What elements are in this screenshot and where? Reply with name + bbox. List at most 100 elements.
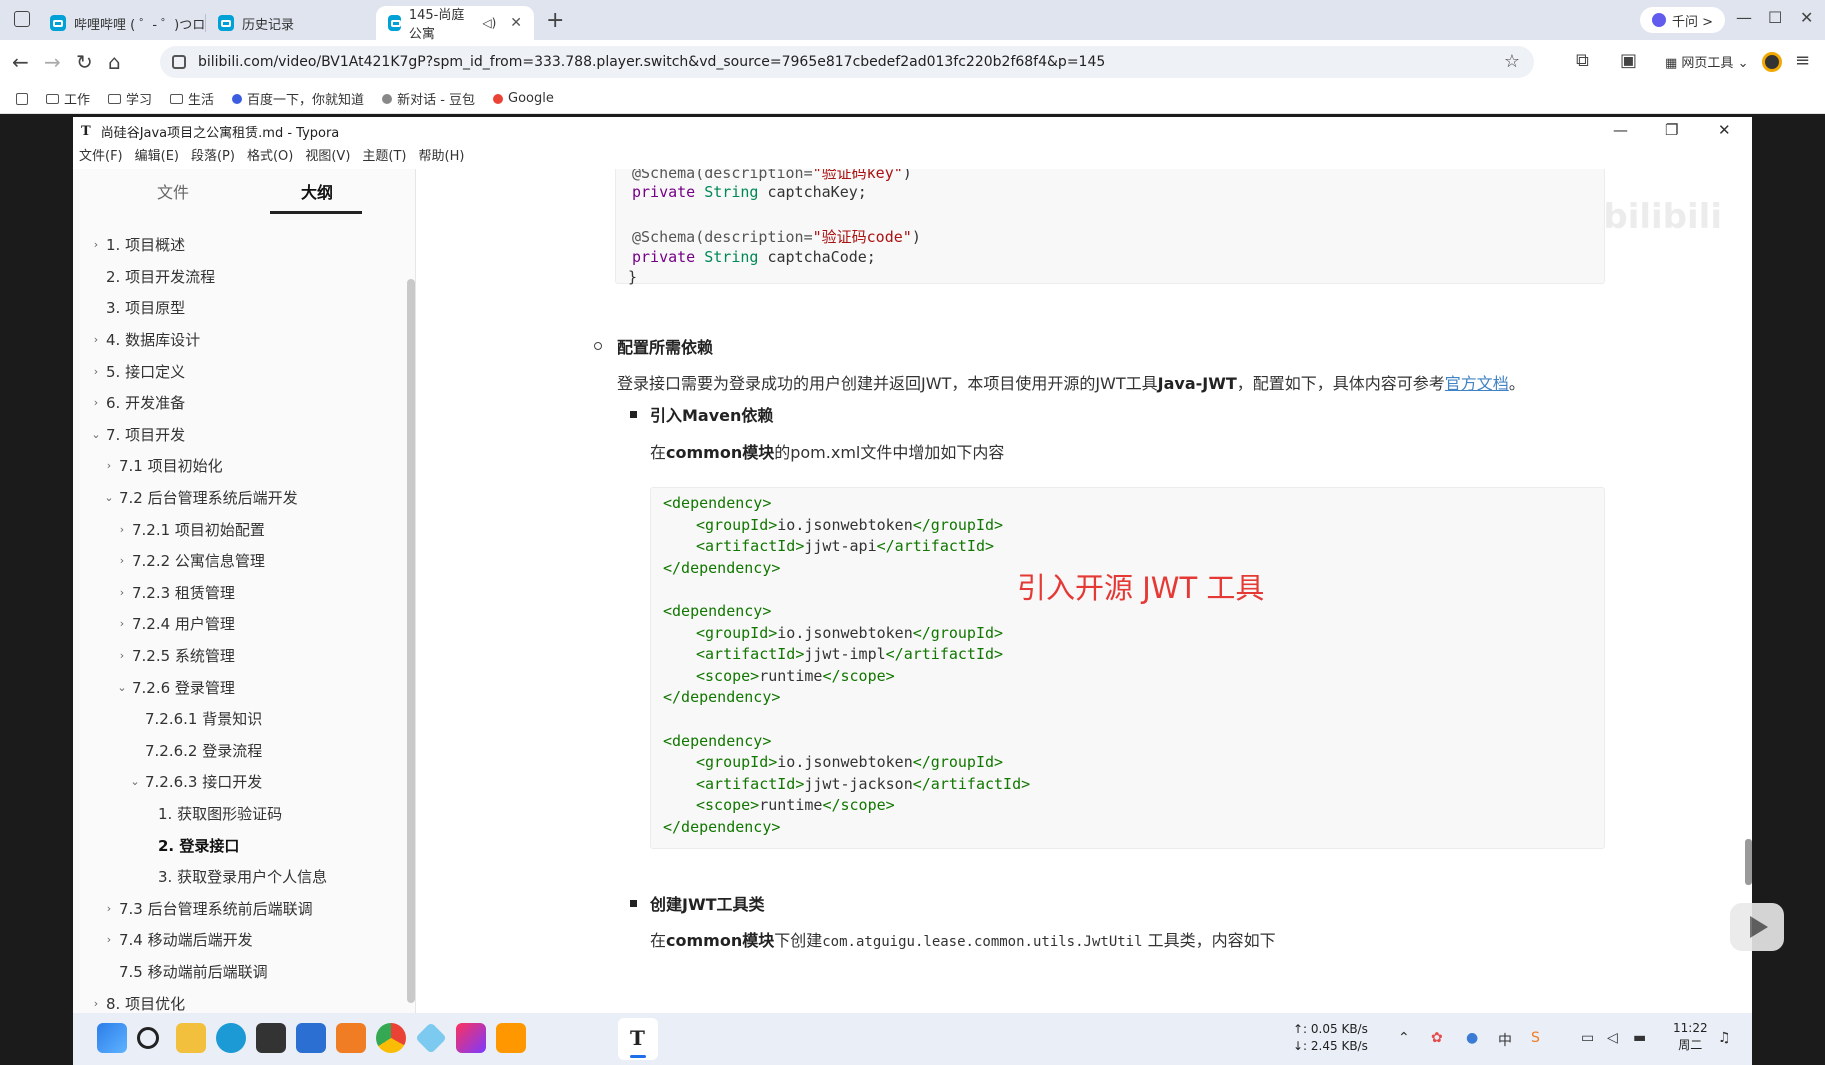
terminal-icon[interactable] bbox=[256, 1023, 286, 1053]
sublime-tray-icon[interactable]: S bbox=[1531, 1030, 1540, 1046]
home-icon[interactable]: ⌂ bbox=[108, 50, 121, 74]
new-tab-button[interactable]: + bbox=[546, 8, 564, 33]
chevron-right-icon[interactable]: › bbox=[115, 586, 129, 599]
volume-icon[interactable]: ◁ bbox=[1607, 1030, 1618, 1046]
editor-scrollbar[interactable] bbox=[1745, 839, 1752, 885]
menu-view[interactable]: 视图(V) bbox=[305, 145, 350, 169]
close-tab-icon[interactable]: ✕ bbox=[510, 15, 522, 31]
sidebar-scrollbar[interactable] bbox=[407, 279, 415, 1003]
speaker-icon[interactable]: ◁) bbox=[482, 16, 496, 30]
system-clock[interactable]: 11:22 周二 bbox=[1673, 1020, 1708, 1054]
bookmark-star-icon[interactable]: ☆ bbox=[1504, 51, 1520, 72]
outline-item[interactable]: ⌄ 7.2.6.3 接口开发 bbox=[73, 766, 403, 798]
chevron-down-icon[interactable]: ⌄ bbox=[128, 775, 142, 788]
outline-item[interactable]: › 7.4 移动端后端开发 bbox=[73, 924, 403, 956]
outline-item[interactable]: › 7.2.4 用户管理 bbox=[73, 608, 403, 640]
sidebar-toggle-icon[interactable] bbox=[14, 11, 30, 27]
chevron-right-icon[interactable]: › bbox=[102, 902, 116, 915]
outline-item[interactable]: › 6. 开发准备 bbox=[73, 387, 403, 419]
outline-item[interactable]: 3. 获取登录用户个人信息 bbox=[73, 861, 403, 893]
outline-item[interactable]: › 7.2.2 公寓信息管理 bbox=[73, 545, 403, 577]
chevron-right-icon[interactable]: › bbox=[102, 933, 116, 946]
menu-help[interactable]: 帮助(H) bbox=[419, 145, 465, 169]
url-field[interactable]: bilibili.com/video/BV1At421K7gP?spm_id_f… bbox=[160, 46, 1534, 78]
intellij-icon[interactable] bbox=[456, 1023, 486, 1053]
outline-item[interactable]: ⌄ 7.2.6 登录管理 bbox=[73, 671, 403, 703]
typora-close-icon[interactable]: ✕ bbox=[1718, 121, 1731, 139]
outline-item[interactable]: 7.2.6.2 登录流程 bbox=[73, 735, 403, 767]
close-window-icon[interactable]: ✕ bbox=[1800, 8, 1813, 27]
bookmark-google[interactable]: Google bbox=[493, 91, 554, 106]
battery-icon[interactable]: ▬ bbox=[1633, 1030, 1646, 1046]
chevron-right-icon[interactable]: › bbox=[89, 396, 103, 409]
web-tools-menu[interactable]: ▦ 网页工具 ⌄ bbox=[1665, 52, 1748, 71]
outline-item[interactable]: ⌄ 7. 项目开发 bbox=[73, 419, 403, 451]
menu-file[interactable]: 文件(F) bbox=[79, 145, 123, 169]
menu-format[interactable]: 格式(O) bbox=[247, 145, 293, 169]
tab-bilibili-home[interactable]: 哔哩哔哩 ( ゜- ゜)つロ bbox=[38, 6, 217, 40]
typora-restore-icon[interactable]: ❐ bbox=[1665, 121, 1678, 139]
menu-icon[interactable]: ≡ bbox=[1795, 50, 1810, 71]
video-play-button[interactable] bbox=[1730, 903, 1784, 951]
tab-groups-icon[interactable] bbox=[16, 92, 28, 105]
menu-theme[interactable]: 主题(T) bbox=[362, 145, 406, 169]
screenshot-icon[interactable]: ▣ bbox=[1620, 50, 1637, 71]
sublime-icon[interactable] bbox=[496, 1023, 526, 1053]
chevron-right-icon[interactable]: › bbox=[89, 365, 103, 378]
outline-item[interactable]: › 7.2.1 项目初始配置 bbox=[73, 513, 403, 545]
chevron-right-icon[interactable]: › bbox=[115, 523, 129, 536]
outline-item[interactable]: › 1. 项目概述 bbox=[73, 229, 403, 261]
notification-bell-icon[interactable]: ♫ bbox=[1718, 1030, 1731, 1046]
chevron-right-icon[interactable]: › bbox=[89, 997, 103, 1010]
menu-edit[interactable]: 编辑(E) bbox=[135, 145, 179, 169]
app-orange-icon[interactable] bbox=[336, 1023, 366, 1053]
chevron-down-icon[interactable]: ⌄ bbox=[102, 491, 116, 504]
microphone-icon[interactable]: ● bbox=[1466, 1030, 1478, 1046]
outline-item[interactable]: 2. 项目开发流程 bbox=[73, 261, 403, 293]
chevron-down-icon[interactable]: ⌄ bbox=[115, 681, 129, 694]
back-icon[interactable]: ← bbox=[12, 50, 29, 74]
outline-item[interactable]: 2. 登录接口 bbox=[73, 829, 403, 861]
chevron-right-icon[interactable]: › bbox=[115, 617, 129, 630]
tray-app-icon[interactable]: ✿ bbox=[1431, 1030, 1443, 1046]
typora-taskbar-icon[interactable]: T bbox=[618, 1018, 658, 1060]
chevron-up-icon[interactable]: ⌃ bbox=[1398, 1030, 1410, 1046]
site-info-icon[interactable] bbox=[172, 55, 186, 69]
edge-icon[interactable] bbox=[216, 1023, 246, 1053]
extensions-icon[interactable]: ⧉ bbox=[1576, 50, 1589, 71]
chevron-right-icon[interactable]: › bbox=[89, 238, 103, 251]
bookmark-life[interactable]: 生活 bbox=[170, 89, 214, 108]
ime-icon[interactable]: 中 bbox=[1498, 1030, 1512, 1050]
outline-item[interactable]: 7.2.6.1 背景知识 bbox=[73, 703, 403, 735]
chevron-right-icon[interactable]: › bbox=[115, 649, 129, 662]
chevron-right-icon[interactable]: › bbox=[115, 554, 129, 567]
bookmark-study[interactable]: 学习 bbox=[108, 89, 152, 108]
menu-paragraph[interactable]: 段落(P) bbox=[191, 145, 235, 169]
official-docs-link[interactable]: 官方文档 bbox=[1445, 374, 1509, 393]
tab-current-video[interactable]: 145-尚庭公寓 ◁) ✕ bbox=[376, 6, 534, 42]
typora-minimize-icon[interactable]: — bbox=[1613, 121, 1628, 139]
outline-item[interactable]: › 7.1 项目初始化 bbox=[73, 450, 403, 482]
search-icon[interactable] bbox=[137, 1027, 159, 1049]
chevron-right-icon[interactable]: › bbox=[89, 333, 103, 346]
outline-item[interactable]: › 7.2.5 系统管理 bbox=[73, 640, 403, 672]
file-explorer-icon[interactable] bbox=[176, 1023, 206, 1053]
app-kite-icon[interactable] bbox=[415, 1022, 447, 1054]
outline-item[interactable]: › 7.3 后台管理系统前后端联调 bbox=[73, 892, 403, 924]
windows-start-icon[interactable] bbox=[97, 1023, 127, 1053]
chevron-right-icon[interactable]: › bbox=[102, 459, 116, 472]
bookmark-baidu[interactable]: 百度一下，你就知道 bbox=[232, 89, 364, 108]
qianwen-button[interactable]: 千问 > bbox=[1640, 7, 1726, 33]
profile-avatar[interactable] bbox=[1762, 52, 1782, 72]
chevron-down-icon[interactable]: ⌄ bbox=[89, 428, 103, 441]
forward-icon[interactable]: → bbox=[44, 50, 61, 74]
bookmark-work[interactable]: 工作 bbox=[46, 89, 90, 108]
outline-item[interactable]: ⌄ 7.2 后台管理系统后端开发 bbox=[73, 482, 403, 514]
tab-outline[interactable]: 大纲 bbox=[301, 179, 333, 203]
store-icon[interactable] bbox=[296, 1023, 326, 1053]
outline-item[interactable]: › 7.2.3 租赁管理 bbox=[73, 577, 403, 609]
bookmark-doubao[interactable]: 新对话 - 豆包 bbox=[382, 89, 475, 108]
outline-item[interactable]: › 4. 数据库设计 bbox=[73, 324, 403, 356]
outline-item[interactable]: 1. 获取图形验证码 bbox=[73, 798, 403, 830]
tab-history[interactable]: 历史记录 bbox=[206, 6, 306, 40]
